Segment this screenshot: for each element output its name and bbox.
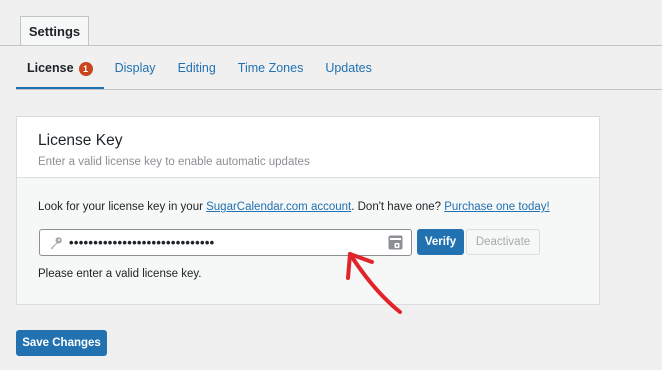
settings-subnav: License 1 Display Editing Time Zones Upd… <box>16 53 662 90</box>
annotation-arrow-icon <box>346 252 402 314</box>
account-link[interactable]: SugarCalendar.com account <box>206 201 351 213</box>
license-card: License Key Enter a valid license key to… <box>16 116 600 305</box>
verify-button[interactable]: Verify <box>417 229 464 255</box>
hint-prefix: Look for your license key in your <box>38 201 207 213</box>
license-hint: Look for your license key in your SugarC… <box>38 201 550 213</box>
subnav-item-time-zones[interactable]: Time Zones <box>227 53 315 90</box>
tab-divider <box>0 45 662 46</box>
hint-middle: . Don't have one? <box>351 201 445 213</box>
card-description: Enter a valid license key to enable auto… <box>38 156 310 168</box>
subnav-item-display[interactable]: Display <box>104 53 167 90</box>
subnav-item-label: License <box>27 61 74 75</box>
card-header: License Key Enter a valid license key to… <box>17 117 599 178</box>
tab-settings[interactable]: Settings <box>20 16 89 46</box>
deactivate-button[interactable]: Deactivate <box>466 229 540 255</box>
purchase-link[interactable]: Purchase one today! <box>444 201 550 213</box>
license-key-value: •••••••••••••••••••••••••••••• <box>69 235 215 250</box>
subnav-divider <box>16 89 662 90</box>
subnav-item-updates[interactable]: Updates <box>314 53 383 90</box>
notification-badge: 1 <box>78 62 93 76</box>
subnav-item-editing[interactable]: Editing <box>167 53 227 90</box>
key-icon <box>47 234 65 252</box>
license-error-message: Please enter a valid license key. <box>38 268 202 280</box>
card-title: License Key <box>38 132 123 149</box>
save-changes-button[interactable]: Save Changes <box>16 330 107 356</box>
subnav-item-license[interactable]: License 1 <box>16 53 104 90</box>
